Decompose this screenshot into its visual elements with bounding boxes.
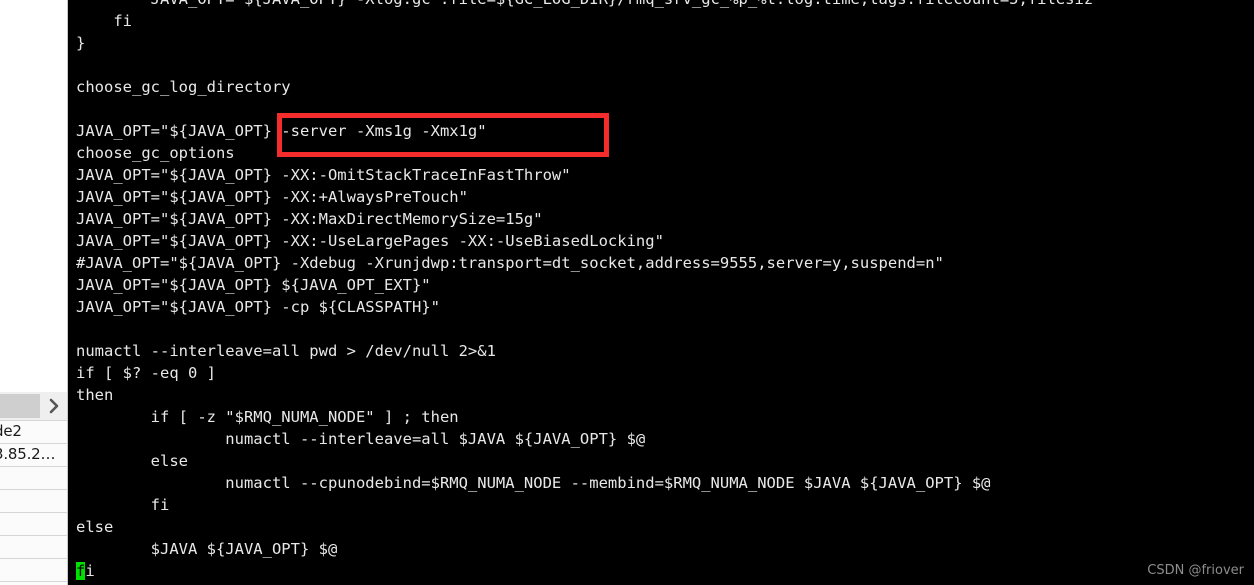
terminal-line: numactl --interleave=all pwd > /dev/null… — [76, 342, 496, 360]
table-row[interactable] — [0, 467, 67, 490]
table-cell-text: de2 — [0, 422, 22, 440]
tabstrip-active-chip[interactable] — [0, 394, 40, 418]
terminal-line: JAVA_OPT="${JAVA_OPT} -server -Xms1g -Xm… — [76, 122, 487, 140]
terminal-line: JAVA_OPT="${JAVA_OPT} -cp ${CLASSPATH}" — [76, 298, 440, 316]
terminal-line: JAVA_OPT="${JAVA_OPT} ${JAVA_OPT_EXT}" — [76, 276, 431, 294]
terminal-window[interactable]: JAVA_OPT="${JAVA_OPT} -Xlog:gc*:file=${G… — [68, 0, 1254, 585]
terminal-line: if [ -z "$RMQ_NUMA_NODE" ] ; then — [76, 408, 459, 426]
left-panel-blank-area — [0, 0, 67, 392]
side-table: de2 3.85.2… — [0, 420, 67, 585]
terminal-line: JAVA_OPT="${JAVA_OPT} -Xlog:gc*:file=${G… — [68, 0, 1254, 10]
table-row[interactable] — [0, 513, 67, 536]
table-row[interactable] — [0, 536, 67, 559]
terminal-line: choose_gc_options — [76, 144, 235, 162]
terminal-line: JAVA_OPT="${JAVA_OPT} -XX:+AlwaysPreTouc… — [76, 188, 468, 206]
terminal-line: else — [76, 452, 188, 470]
table-row[interactable]: 3.85.2… — [0, 444, 67, 467]
terminal-line: $JAVA ${JAVA_OPT} $@ — [76, 540, 338, 558]
table-cell-text: 3.85.2… — [0, 445, 56, 463]
chevron-right-icon[interactable] — [42, 393, 66, 419]
terminal-line: } — [76, 34, 86, 52]
table-row[interactable]: de2 — [0, 421, 67, 444]
terminal-line: numactl --cpunodebind=$RMQ_NUMA_NODE --m… — [76, 474, 991, 492]
terminal-line: fi — [76, 496, 170, 514]
terminal-line-with-cursor: fi — [68, 560, 1254, 582]
panel-tabstrip — [0, 392, 67, 420]
terminal-line: if [ $? -eq 0 ] — [76, 364, 216, 382]
table-row[interactable] — [0, 559, 67, 582]
terminal-cursor: f — [76, 562, 86, 580]
terminal-line: then — [76, 386, 114, 404]
left-side-panel: de2 3.85.2… — [0, 0, 68, 585]
terminal-line: else — [76, 518, 114, 536]
table-row[interactable] — [0, 490, 67, 513]
terminal-line: #JAVA_OPT="${JAVA_OPT} -Xdebug -Xrunjdwp… — [76, 254, 944, 272]
terminal-line: JAVA_OPT="${JAVA_OPT} -XX:-OmitStackTrac… — [76, 166, 571, 184]
terminal-line: JAVA_OPT="${JAVA_OPT} -XX:-UseLargePages… — [76, 232, 664, 250]
screenshot-root: de2 3.85.2… JAVA_OPT="${JAVA_ — [0, 0, 1254, 585]
terminal-line-text: i — [85, 562, 95, 580]
watermark: CSDN @friover — [1147, 563, 1244, 578]
terminal-line: JAVA_OPT="${JAVA_OPT} -XX:MaxDirectMemor… — [76, 210, 543, 228]
terminal-text-area: JAVA_OPT="${JAVA_OPT} -Xlog:gc*:file=${G… — [68, 0, 1254, 582]
terminal-line: choose_gc_log_directory — [76, 78, 291, 96]
terminal-line: fi — [76, 12, 132, 30]
terminal-line: numactl --interleave=all $JAVA ${JAVA_OP… — [76, 430, 646, 448]
